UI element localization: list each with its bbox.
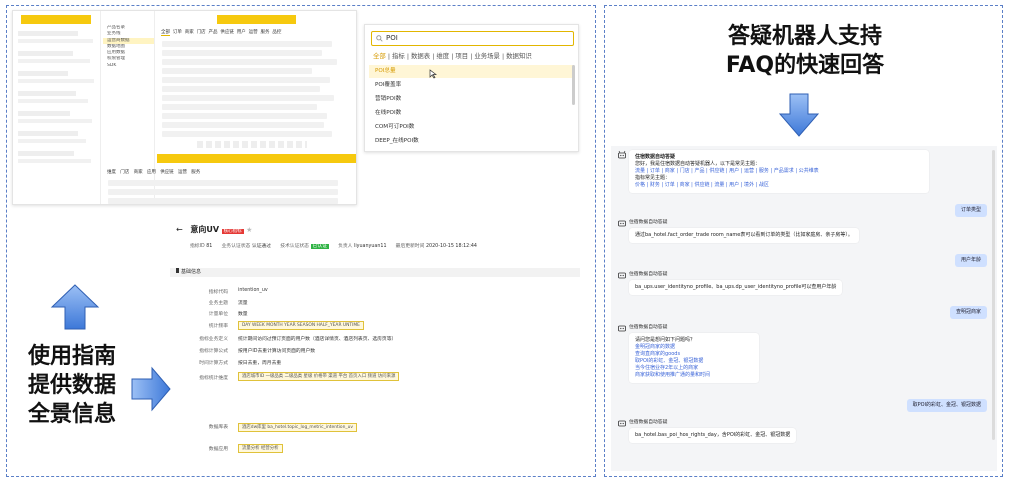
tab-dimension: 维度	[436, 52, 450, 60]
bot-name: 住宿数据自动答疑	[629, 220, 668, 225]
topic-links[interactable]: 流量 | 订单 | 商家 | 门店 | 产品 | 供应链 | 用户 | 运营 |…	[635, 168, 923, 175]
back-icon[interactable]: ←	[176, 225, 183, 234]
search-query: POI	[386, 34, 398, 42]
row-label: 数据库表	[208, 425, 228, 430]
metric-title: 意向UV	[190, 225, 220, 234]
section-header: 基础信息	[170, 268, 580, 277]
suggestion-link[interactable]: 当今住宿业存2年以上的商家	[635, 365, 753, 372]
user-message: 订单类型	[954, 204, 987, 217]
tab-scene: 业务场景	[474, 52, 500, 60]
search-input[interactable]: POI	[371, 31, 574, 46]
robot-icon	[618, 272, 626, 279]
right-arrow-icon	[131, 366, 171, 412]
row-value: intention_uv	[238, 288, 268, 293]
row-value: 流量	[238, 301, 248, 306]
up-arrow-icon	[50, 284, 100, 330]
tab-all: 全部	[373, 52, 386, 60]
robot-icon	[618, 325, 626, 332]
chat-scrollbar[interactable]	[992, 150, 995, 440]
row-label: 指标代码	[208, 290, 228, 295]
row-label: 指标统计维度	[199, 376, 228, 381]
right-caption: 答疑机器人支持 FAQ的快速回答	[725, 24, 885, 78]
app-chips[interactable]: 流量分析 经营分析	[238, 444, 287, 453]
tab-knowledge: 数据知识	[506, 52, 532, 60]
bot-message: ba_ups.user_identityno_profile、ba_ups.dp…	[629, 280, 843, 295]
star-icon[interactable]: ★	[246, 226, 252, 234]
bot-message: 住宿数据自动答疑 您好，我是住宿数据自动答疑机器人，以下是常见主题： 流量 | …	[629, 150, 929, 193]
user-message: 用户年龄	[954, 254, 987, 267]
cursor-icon	[429, 69, 437, 79]
bot-message: 通过ba_hotel.fact_order_trade room_name表可以…	[629, 228, 859, 243]
row-value: 数量	[238, 312, 248, 317]
tab-project: 项目	[455, 52, 469, 60]
row-label: 数据应用	[208, 447, 228, 452]
nav-tabs[interactable]: 全部 订单 商家 门店 产品 供应链 用户 运营 服务 品控	[157, 28, 356, 38]
bottom-tabs[interactable]: 维度 门店 商家 应用 供应链 运营 服务	[103, 169, 356, 177]
suggestion-link[interactable]: 金明冠商家的数据	[635, 344, 753, 351]
metric-topic-links[interactable]: 价格 | 财务 | 订单 | 商家 | 供应链 | 流量 | 用户 | 境外 |…	[635, 182, 923, 189]
chat-screenshot: 住宿数据自动答疑 您好，我是住宿数据自动答疑机器人，以下是常见主题： 流量 | …	[611, 146, 997, 471]
row-label: 时间计算方式	[199, 361, 228, 366]
search-result[interactable]: POI总量	[369, 65, 574, 78]
core-badge: 核心指标	[221, 229, 244, 234]
bot-name: 住宿数据自动答疑	[629, 325, 668, 330]
navigation-screenshot: 产品名录 业务线 运营商数据 数据地图 应用数据 权限管理 SDK 全部 订单 …	[12, 10, 357, 205]
meta-row: 指标ID 81 业务认证状态 认证通过 技术认证状态 已认证 负责人 liyua…	[190, 244, 477, 249]
dimension-chips: 酒店城市ID 一级品类 二级品类 星级 价格带 渠道 平台 首页入口 频道 访问…	[238, 372, 578, 382]
row-value: 统计期间访问过预订页面的用户数（酒店详情页、酒店列表页、选房页等）	[238, 337, 397, 342]
down-arrow-icon	[778, 93, 820, 137]
user-message: 查明冠商家	[949, 306, 987, 319]
menu-item[interactable]: SDK	[103, 63, 154, 69]
tab-table: 数据表	[411, 52, 431, 60]
pagination[interactable]	[197, 141, 307, 149]
row-label: 指标业务定义	[199, 337, 228, 342]
search-result[interactable]: COM可订POI数	[369, 121, 574, 134]
robot-icon	[618, 220, 626, 227]
search-result[interactable]: POI覆盖率	[369, 79, 574, 92]
suggestion-link[interactable]: 查询直商家的goods	[635, 351, 753, 358]
metric-detail-screenshot: ← 意向UV 核心指标 ★ 指标ID 81 业务认证状态 认证通过 技术认证状态…	[170, 218, 585, 463]
robot-icon	[618, 420, 626, 427]
row-label: 统计频率	[208, 324, 228, 329]
tab-metric: 指标	[392, 52, 405, 60]
suggestion-link[interactable]: 商家获取和使用推广通的量和时间	[635, 372, 753, 379]
table-chip[interactable]: 酒店dw库里 ba_hotel.topic_log_metric_intenti…	[238, 423, 361, 432]
scrollbar[interactable]	[572, 65, 575, 105]
row-label: 业务主题	[208, 301, 228, 306]
search-icon	[376, 35, 383, 42]
row-value: 按用户ID去重计算访问页面的用户数	[238, 349, 316, 354]
user-message: 取POI的彩虹、金冠、银冠数据	[906, 399, 987, 412]
search-result[interactable]: DEEP_在线POI数	[369, 135, 574, 148]
search-tabs[interactable]: 全部 | 指标 | 数据表 | 维度 | 项目 | 业务场景 | 数据知识	[373, 51, 572, 63]
left-caption: 使用指南 提供数据 全景信息	[27, 344, 116, 427]
suggestion-link[interactable]: 取POI的彩虹、金冠、银冠数据	[635, 358, 753, 365]
bot-name: 住宿数据自动答疑	[629, 420, 668, 425]
bot-message: 请问您是想问如下问题吗？ 金明冠商家的数据 查询直商家的goods 取POI的彩…	[629, 333, 759, 383]
bot-message: ba_hotel.bas_poi_hos_rights_day，含POI的彩虹、…	[629, 428, 797, 443]
search-result[interactable]: 营销POI数	[369, 93, 574, 106]
search-result[interactable]: 在线POI数	[369, 107, 574, 120]
row-label: 指标计算公式	[199, 349, 228, 354]
row-label: 计量单位	[208, 312, 228, 317]
search-screenshot: POI 全部 | 指标 | 数据表 | 维度 | 项目 | 业务场景 | 数据知…	[364, 24, 579, 152]
row-value: 按日去重，周月去重	[238, 361, 282, 366]
robot-icon	[618, 150, 626, 159]
frequency-chips: DAY WEEK MONTH YEAR SEASON HALF_YEAR UNT…	[238, 321, 368, 330]
bot-name: 住宿数据自动答疑	[629, 272, 668, 277]
